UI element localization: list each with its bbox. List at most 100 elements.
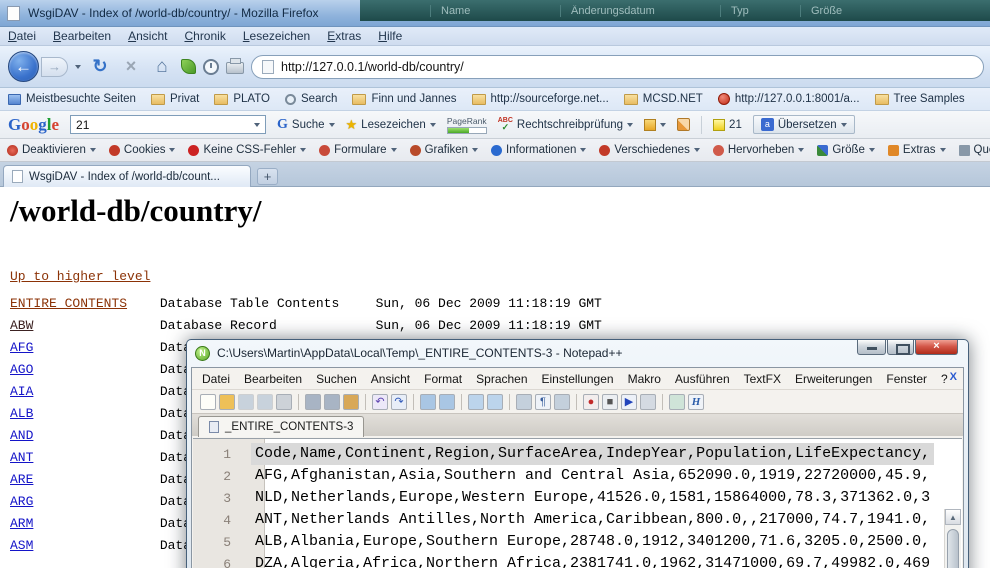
zoom-out-icon[interactable] (487, 394, 503, 410)
notepad-menu-item[interactable]: Bearbeiten (244, 372, 302, 386)
notepad-menu-item[interactable]: Makro (628, 372, 661, 386)
notepad-menu-item[interactable]: Ausführen (675, 372, 730, 386)
separator[interactable] (298, 394, 299, 410)
notepad-menu-item[interactable]: Datei (202, 372, 230, 386)
reload-button[interactable]: ↻ (88, 56, 112, 77)
menu-item[interactable]: Lesezeichen (243, 29, 310, 43)
save-icon[interactable] (238, 394, 254, 410)
webdev-menu-button[interactable]: Hervorheben (713, 144, 804, 156)
webdev-dropdown-icon[interactable] (580, 148, 586, 152)
maximize-button[interactable] (887, 340, 914, 355)
entry-link[interactable]: ABW (10, 315, 152, 337)
redo-icon[interactable]: ↷ (391, 394, 407, 410)
webdev-menu-button[interactable]: Grafiken (410, 144, 478, 156)
close-button[interactable]: × (915, 340, 958, 355)
bookmark-item[interactable]: Search (285, 93, 337, 105)
open-folder-icon[interactable] (219, 394, 235, 410)
doc-close-icon[interactable]: X (950, 371, 957, 383)
scroll-up-icon[interactable]: ▲ (945, 509, 961, 525)
entry-link[interactable]: ASM (10, 535, 152, 557)
bookmark-item[interactable]: http://sourceforge.net... (472, 93, 609, 105)
menu-item[interactable]: Ansicht (128, 29, 167, 43)
menu-item[interactable]: Extras (327, 29, 361, 43)
new-tab-button[interactable]: + (257, 168, 278, 185)
entry-link[interactable]: ARE (10, 469, 152, 491)
notepad-menu-item[interactable]: Format (424, 372, 462, 386)
webdev-dropdown-icon[interactable] (940, 148, 946, 152)
playback-macro-icon[interactable]: ▶ (621, 394, 637, 410)
editor-area[interactable]: 1 Code,Name,Continent,Region,SurfaceArea… (193, 438, 962, 568)
webdev-menu-button[interactable]: Cookies (109, 144, 176, 156)
separator[interactable] (365, 394, 366, 410)
bookmark-item[interactable]: Tree Samples (875, 93, 965, 105)
entry-link[interactable]: ALB (10, 403, 152, 425)
new-file-icon[interactable] (200, 394, 216, 410)
html-tag-icon[interactable]: H (688, 394, 704, 410)
run-macro-icon[interactable] (640, 394, 656, 410)
translate-button[interactable]: a Übersetzen (753, 115, 855, 134)
bookmark-item[interactable]: http://127.0.0.1:8001/a... (718, 93, 860, 105)
entry-link[interactable]: ENTIRE CONTENTS (10, 293, 152, 315)
spellcheck-dropdown-icon[interactable] (627, 123, 633, 127)
google-search-input[interactable]: 21 (70, 115, 266, 134)
active-tab[interactable]: WsgiDAV - Index of /world-db/count... (3, 165, 251, 187)
pencil-icon[interactable] (677, 118, 690, 131)
autofill-dropdown-icon[interactable] (660, 123, 666, 127)
word-wrap-icon[interactable] (516, 394, 532, 410)
replace-icon[interactable] (439, 394, 455, 410)
zoom-in-icon[interactable] (468, 394, 484, 410)
cut-icon[interactable] (305, 394, 321, 410)
separator[interactable] (662, 394, 663, 410)
webdev-menu-button[interactable]: Quelltext (959, 144, 990, 156)
entry-link[interactable]: AGO (10, 359, 152, 381)
scroll-thumb[interactable] (947, 529, 959, 568)
bookmarks-dropdown-icon[interactable] (430, 123, 436, 127)
webdev-dropdown-icon[interactable] (90, 148, 96, 152)
paste-icon[interactable] (343, 394, 359, 410)
editor-vscrollbar[interactable]: ▲ (944, 509, 961, 568)
url-bar[interactable]: http://127.0.0.1/world-db/country/ (251, 55, 984, 79)
notepad-menu-item[interactable]: Ansicht (371, 372, 410, 386)
stop-record-icon[interactable]: ■ (602, 394, 618, 410)
webdev-dropdown-icon[interactable] (300, 148, 306, 152)
bookmark-item[interactable]: MCSD.NET (624, 93, 703, 105)
google-bookmarks-button[interactable]: ★ Lesezeichen (346, 117, 436, 133)
google-search-button[interactable]: G Suche (277, 117, 335, 133)
minimize-button[interactable] (857, 340, 886, 355)
entry-link[interactable]: ARM (10, 513, 152, 535)
separator[interactable] (576, 394, 577, 410)
url-text[interactable]: http://127.0.0.1/world-db/country/ (281, 60, 464, 74)
webdev-menu-button[interactable]: Formulare (319, 144, 396, 156)
notepad-menu-item[interactable]: Sprachen (476, 372, 527, 386)
highlight-term-button[interactable]: 21 (713, 119, 742, 131)
stop-button[interactable]: × (119, 56, 143, 77)
notepad-window[interactable]: N C:\Users\Martin\AppData\Local\Temp\_EN… (186, 339, 969, 568)
up-to-higher-level-link[interactable]: Up to higher level (10, 269, 150, 284)
notepad-document-tab[interactable]: _ENTIRE_CONTENTS-3 (198, 416, 364, 437)
menu-item[interactable]: Datei (8, 29, 36, 43)
notepad-menu-item[interactable]: TextFX (744, 372, 781, 386)
home-button[interactable]: ⌂ (150, 56, 174, 78)
print-button[interactable] (226, 62, 244, 74)
entry-link[interactable]: AND (10, 425, 152, 447)
webdev-menu-button[interactable]: Keine CSS-Fehler (188, 144, 306, 156)
back-button[interactable]: ← (8, 51, 39, 82)
entry-link[interactable]: AIA (10, 381, 152, 403)
show-all-chars-icon[interactable]: ¶ (535, 394, 551, 410)
notepad-titlebar[interactable]: N C:\Users\Martin\AppData\Local\Temp\_EN… (187, 340, 968, 366)
forward-button[interactable]: → (41, 57, 68, 77)
entry-link[interactable]: AFG (10, 337, 152, 359)
print-icon[interactable] (276, 394, 292, 410)
webdev-menu-button[interactable]: Extras (888, 144, 946, 156)
search-history-dropdown-icon[interactable] (254, 123, 260, 127)
bookmark-item[interactable]: Meistbesuchte Seiten (8, 93, 136, 105)
find-icon[interactable] (420, 394, 436, 410)
webdev-menu-button[interactable]: Informationen (491, 144, 586, 156)
separator[interactable] (509, 394, 510, 410)
bookmark-item[interactable]: Privat (151, 93, 199, 105)
undo-icon[interactable]: ↶ (372, 394, 388, 410)
menu-item[interactable]: Bearbeiten (53, 29, 111, 43)
function-completion-icon[interactable] (669, 394, 685, 410)
translate-dropdown-icon[interactable] (841, 123, 847, 127)
indent-guide-icon[interactable] (554, 394, 570, 410)
